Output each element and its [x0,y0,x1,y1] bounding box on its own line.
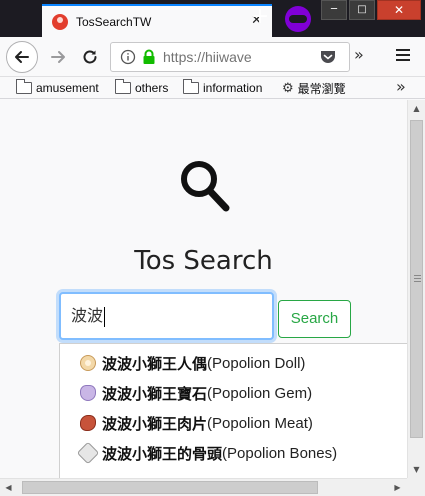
popolion-doll-icon [80,355,96,371]
browser-tab[interactable]: TosSearchTW ✕ [42,4,272,37]
bookmark-label: information [203,81,263,95]
grip-line [414,275,421,276]
popolion-bones-icon [76,441,100,465]
suggestion-name-en: (Popolion Doll) [207,354,306,372]
search-logo-icon [181,161,230,212]
horizontal-scrollbar[interactable]: ◀ ▶ [0,478,407,496]
back-arrow-icon [15,51,29,63]
suggestion-name-en: (Popolion Meat) [207,414,313,432]
window-controls: ─ □ ✕ [321,0,423,20]
folder-icon [16,79,32,94]
vertical-scrollbar[interactable]: ▲ ▼ [407,100,425,478]
bookmark-label: others [135,81,169,95]
suggestion-name-zh: 波波小獅王寶石 [102,384,208,403]
gear-icon: ⚙ [282,80,294,95]
scroll-right-arrow-icon[interactable]: ▶ [389,479,406,496]
close-window-button[interactable]: ✕ [377,0,421,20]
scroll-left-arrow-icon[interactable]: ◀ [0,479,17,496]
bookmark-folder-others[interactable]: others [115,79,168,97]
bookmarks-toolbar: amusement others information ⚙ 最常瀏覽 » [0,77,425,99]
reload-button[interactable] [74,41,106,73]
suggestion-name-en: (Popolion Gem) [207,384,313,402]
forward-button[interactable] [42,41,74,73]
suggestion-item[interactable]: 波波小獅王肉片 (Popolion Meat) [60,408,407,438]
navigation-toolbar: https://hiiwave » [0,37,425,77]
grip-line [414,278,421,279]
reload-icon [83,50,97,64]
suggestion-item[interactable]: 波波小獅王人偶 (Popolion Doll) [60,348,407,378]
menu-lines-icon [396,49,410,61]
tos-favicon-icon [52,13,68,30]
suggestion-name-en: (Popolion Bones) [222,444,338,462]
scrollbar-corner [407,478,425,496]
tab-title: TosSearchTW [76,14,152,29]
bookmark-folder-amusement[interactable]: amusement [16,79,99,97]
grip-line [414,281,421,282]
vertical-scroll-thumb[interactable] [410,120,423,438]
page-content: Tos Search 波波 Search 波波小獅王人偶 (Popolion D… [0,100,407,478]
info-icon[interactable] [120,49,136,65]
secure-lock-icon [143,49,155,64]
suggestion-item[interactable]: 波波小獅王寶石 (Popolion Gem) [60,378,407,408]
popolion-gem-icon [80,385,96,401]
pocket-icon[interactable] [319,49,337,65]
toolbar-overflow-button[interactable]: » [354,45,364,64]
new-tab-button[interactable]: + [249,6,271,30]
url-text: https://hiiwave [163,49,252,65]
bookmarks-overflow-button[interactable]: » [396,77,406,96]
url-bar[interactable]: https://hiiwave [110,42,350,72]
popolion-meat-icon [80,415,96,431]
private-browsing-icon [285,6,311,32]
suggestion-name-zh: 波波小獅王肉片 [102,414,208,433]
page-title: Tos Search [134,246,273,276]
scroll-down-arrow-icon[interactable]: ▼ [408,461,425,478]
minimize-button[interactable]: ─ [321,0,347,20]
search-button[interactable]: Search [278,300,351,338]
bookmark-label: amusement [36,81,99,95]
hamburger-menu-icon[interactable] [395,47,411,66]
bookmark-folder-information[interactable]: information [183,79,262,97]
scroll-up-arrow-icon[interactable]: ▲ [408,100,425,117]
tab-bar: TosSearchTW ✕ + ─ □ ✕ [0,0,425,37]
folder-icon [183,79,199,94]
suggestion-item[interactable]: 波波小獅王的骨頭 (Popolion Bones) [60,438,407,468]
search-input-value: 波波 [71,306,104,325]
autocomplete-list: 波波小獅王人偶 (Popolion Doll) 波波小獅王寶石 (Popolio… [59,343,407,478]
bookmark-label: 最常瀏覽 [297,81,346,96]
forward-arrow-icon [51,51,65,63]
bookmark-most-visited[interactable]: ⚙ 最常瀏覽 [282,79,346,97]
folder-icon [115,79,131,94]
back-button[interactable] [6,41,38,73]
search-input[interactable]: 波波 [59,292,274,340]
suggestion-name-zh: 波波小獅王的骨頭 [102,444,223,463]
suggestion-name-zh: 波波小獅王人偶 [102,354,208,373]
text-caret [104,306,106,327]
maximize-button[interactable]: □ [349,0,375,20]
horizontal-scroll-thumb[interactable] [22,481,318,494]
